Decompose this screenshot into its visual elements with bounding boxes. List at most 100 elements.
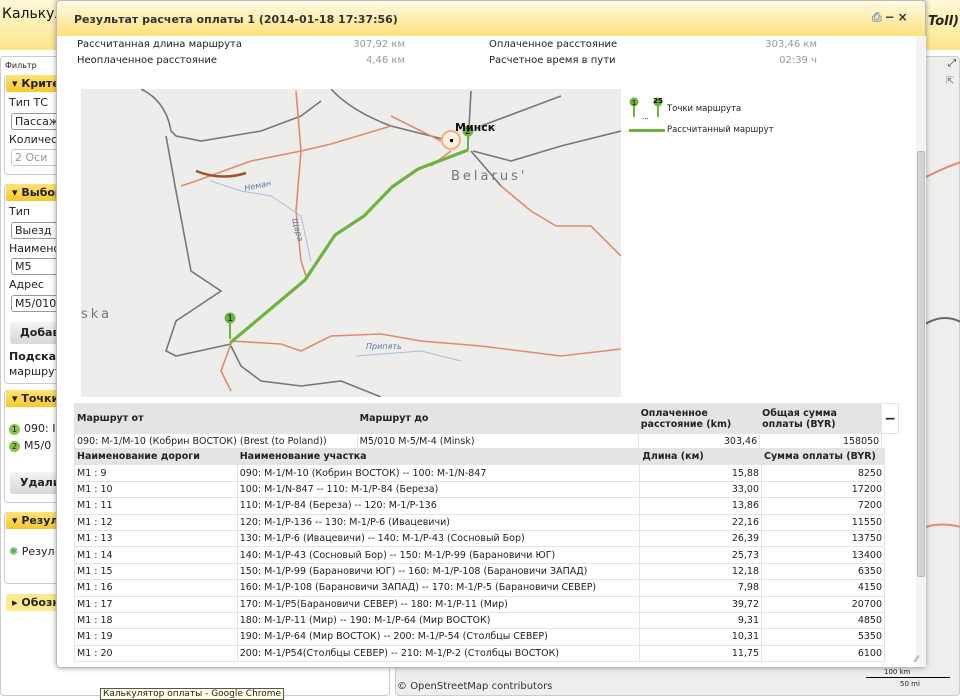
stat-label: Расчетное время в пути (489, 55, 616, 66)
section-name: 100: M-1/N-847 -- 110: M-1/P-84 (Береза) (236, 480, 641, 499)
country-label: Belarus' (451, 169, 527, 184)
table-row[interactable]: M1 : 10 100: M-1/N-847 -- 110: M-1/P-84 (… (74, 480, 885, 499)
road-name: M1 : 11 (74, 497, 238, 515)
point-number: 1 (9, 424, 20, 435)
table-row[interactable]: M1 : 11 110: M-1/P-84 (Береза) -- 120: M-… (74, 497, 885, 515)
table-row[interactable]: M1 : 20 200: M-1/P54(Столбцы СЕВЕР) -- 21… (74, 644, 885, 663)
river-label: Припять (366, 342, 402, 351)
col-header[interactable]: Сумма оплаты (BYR) (761, 447, 885, 466)
points-title: Точки (21, 392, 60, 405)
address-label: Адрес (9, 278, 44, 291)
payment-sum: 6100 (761, 644, 885, 663)
stat-value: 4,46 км (365, 55, 405, 66)
section-name: 150: M-1/P-99 (Барановичи ЮГ) -- 160: M-… (236, 562, 641, 581)
payment-sum: 20700 (761, 595, 885, 613)
col-header[interactable]: Длина (км) (639, 447, 763, 466)
summary-table: Маршрут от Маршрут до Оплаченное расстоя… (74, 403, 899, 451)
payment-sum: 7200 (761, 497, 885, 515)
length: 10,31 (639, 628, 763, 646)
section-name: 130: M-1/P-6 (Ивацевичи) -- 140: M-1/P-4… (236, 529, 641, 548)
payment-sum: 4850 (761, 611, 885, 630)
city-label: Минск (455, 121, 496, 134)
stat-value: 303,46 км (765, 39, 817, 50)
scale-km: 100 km (884, 668, 911, 676)
filter-label: Фильтр (5, 61, 37, 70)
length: 15,88 (639, 464, 763, 482)
payment-sum: 13750 (761, 529, 885, 548)
point-item[interactable]: 2 M5/0 (9, 439, 51, 452)
section-name: 200: M-1/P54(Столбцы СЕВЕР) -- 210: M-1/… (236, 644, 641, 663)
result-dialog: Результат расчета оплаты 1 (2014-01-18 1… (56, 0, 926, 668)
result-item[interactable]: ✺ Резул (9, 545, 55, 558)
table-row[interactable]: M1 : 19 190: M-1/P-64 (Мир ВОСТОК) -- 200… (74, 628, 885, 646)
legend-route-label: Рассчитанный маршрут (667, 125, 774, 135)
collapse-button[interactable]: − (881, 403, 899, 434)
length: 12,18 (639, 562, 763, 581)
dialog-tools: ⎙−× (872, 10, 911, 25)
osm-suffix: contributors (491, 681, 553, 692)
hint-title: Подсказ (9, 350, 63, 363)
col-header[interactable]: Наименование участка (236, 447, 641, 466)
table-row[interactable]: M1 : 16 160: M-1/P-108 (Барановичи ЗАПАД)… (74, 579, 885, 597)
road-name: M1 : 9 (74, 464, 238, 482)
point-text: M5/0 (24, 439, 52, 452)
osm-link[interactable]: OpenStreetMap (410, 681, 488, 692)
river-label: Щара (290, 217, 305, 242)
table-row[interactable]: M1 : 17 170: M-1/P5(Барановичи СЕВЕР) -- … (74, 595, 885, 613)
col-header[interactable]: Оплаченное расстояние (km) (637, 403, 761, 434)
print-icon[interactable]: ⎙ (872, 10, 885, 24)
vehicle-type-label: Тип ТС (9, 96, 48, 109)
scrollbar-thumb[interactable] (917, 151, 925, 577)
route-map[interactable]: 1 2 Минск Belarus' ska Неман Щара Припят… (81, 89, 621, 397)
col-header[interactable]: Наименование дороги (74, 447, 238, 466)
route-points-icon: 1 25 ... (629, 97, 663, 121)
stat-value: 02:39 ч (779, 55, 817, 66)
section-name: 110: M-1/P-84 (Береза) -- 120: M-1/P-136 (236, 497, 641, 515)
length: 22,16 (639, 513, 763, 531)
length: 7,98 (639, 579, 763, 597)
col-header[interactable]: Маршрут до (356, 403, 639, 434)
point-item[interactable]: 1 090: I (9, 422, 55, 435)
road-name: M1 : 12 (74, 513, 238, 531)
resize-handle[interactable]: ⁄⁄ (915, 655, 918, 665)
river-label: Неман (244, 179, 272, 193)
close-button[interactable]: × (898, 10, 911, 24)
payment-sum: 13400 (761, 546, 885, 564)
popout-icon[interactable]: ⇱ (946, 76, 954, 87)
length: 25,73 (639, 546, 763, 564)
table-row[interactable]: M1 : 13 130: M-1/P-6 (Ивацевичи) -- 140: … (74, 529, 885, 548)
expand-icon[interactable]: ⤢ (948, 58, 956, 69)
col-header[interactable]: Маршрут от (74, 403, 358, 434)
section-name: 190: M-1/P-64 (Мир ВОСТОК) -- 200: M-1/P… (236, 628, 641, 646)
minimize-button[interactable]: − (885, 10, 898, 24)
copyright-symbol: © (397, 681, 407, 692)
col-header[interactable]: Общая сумма оплаты (BYR) (759, 403, 883, 434)
table-row[interactable]: M1 : 15 150: M-1/P-99 (Барановичи ЮГ) -- … (74, 562, 885, 581)
payment-sum: 17200 (761, 480, 885, 499)
section-name: 140: M-1/P-43 (Сосновый Бор) -- 150: M-1… (236, 546, 641, 564)
section-name: 120: M-1/P-136 -- 130: M-1/P-6 (Ивацевич… (236, 513, 641, 531)
road-name: M1 : 17 (74, 595, 238, 613)
logo: Toll) (928, 14, 959, 29)
region-label: ska (81, 307, 112, 322)
road-name: M1 : 13 (74, 529, 238, 548)
length: 11,75 (639, 644, 763, 663)
section-name: 170: M-1/P5(Барановичи СЕВЕР) -- 180: M-… (236, 595, 641, 613)
legend-points-label: Точки маршрута (667, 104, 742, 114)
table-row[interactable]: M1 : 18 180: M-1/P-11 (Мир) -- 190: M-1/P… (74, 611, 885, 630)
payment-sum: 4150 (761, 579, 885, 597)
payment-sum: 5350 (761, 628, 885, 646)
table-row[interactable]: M1 : 12 120: M-1/P-136 -- 130: M-1/P-6 (И… (74, 513, 885, 531)
stat-label: Оплаченное расстояние (489, 39, 618, 50)
stat-label: Неоплаченное расстояние (77, 55, 218, 66)
point-number: 2 (9, 441, 20, 452)
table-row[interactable]: M1 : 14 140: M-1/P-43 (Сосновый Бор) -- 1… (74, 546, 885, 564)
svg-text:25: 25 (653, 97, 663, 105)
length: 13,86 (639, 497, 763, 515)
length: 33,00 (639, 480, 763, 499)
route-pin-start[interactable]: 1 (224, 312, 236, 340)
table-row[interactable]: M1 : 9 090: M-1/M-10 (Кобрин ВОСТОК) -- 1… (74, 464, 885, 482)
point-text: 090: I (24, 422, 56, 435)
length: 9,31 (639, 611, 763, 630)
route-line-icon (629, 129, 665, 132)
